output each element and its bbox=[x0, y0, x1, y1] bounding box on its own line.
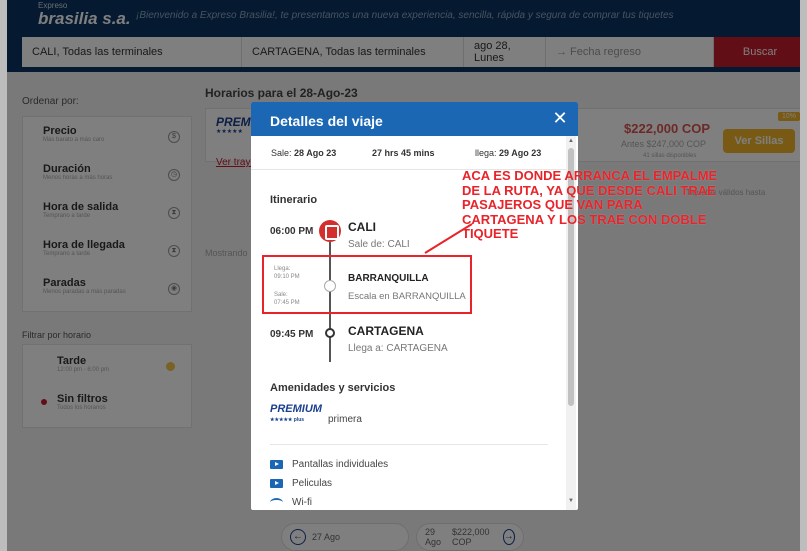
stop-city: CALI bbox=[348, 220, 376, 234]
close-icon[interactable]: ✕ bbox=[550, 108, 570, 128]
service-label: Pantallas individuales bbox=[292, 459, 389, 470]
premium-plus-text: ★★★★★ plus bbox=[270, 417, 305, 423]
trip-summary: Sale: 28 Ago 23 27 hrs 45 mins llega: 29… bbox=[251, 136, 566, 170]
stop-time: 09:45 PM bbox=[270, 329, 314, 340]
scroll-up-icon[interactable]: ▲ bbox=[566, 138, 576, 144]
service-item: Pantallas individuales bbox=[270, 459, 388, 470]
annotation-highlight-box bbox=[262, 255, 472, 314]
stop-time: 06:00 PM bbox=[270, 226, 314, 237]
trip-duration: 27 hrs 45 mins bbox=[372, 148, 435, 158]
service-item: Peliculas bbox=[270, 478, 332, 489]
modal-title: Detalles del viaje bbox=[270, 113, 383, 129]
premium-class: primera bbox=[328, 414, 362, 425]
premium-logo: PREMIUM ★★★★★ plus bbox=[270, 404, 322, 426]
itinerary-title: Itinerario bbox=[270, 194, 318, 206]
stop-sub: Llega a: CARTAGENA bbox=[348, 343, 448, 354]
modal-header: Detalles del viaje ✕ bbox=[251, 102, 578, 136]
arrival-label: llega: bbox=[475, 148, 500, 158]
page-border-left bbox=[0, 0, 7, 551]
scroll-down-icon[interactable]: ▼ bbox=[566, 498, 576, 504]
bus-icon bbox=[319, 220, 341, 242]
end-stop-icon bbox=[325, 328, 335, 338]
premium-logo-text: PREMIUM bbox=[270, 403, 322, 415]
tv-icon bbox=[270, 460, 283, 469]
amenities-divider bbox=[270, 444, 548, 445]
service-item: Wi-fi bbox=[270, 497, 312, 508]
wifi-icon bbox=[270, 498, 283, 507]
arrival-date: 29 Ago 23 bbox=[499, 148, 542, 158]
departure-summary: Sale: 28 Ago 23 bbox=[271, 148, 336, 158]
annotation-text: ACA ES DONDE ARRANCA EL EMPALME DE LA RU… bbox=[462, 168, 718, 241]
arrival-summary: llega: 29 Ago 23 bbox=[475, 148, 541, 158]
stop-sub: Sale de: CALI bbox=[348, 239, 410, 250]
departure-date: 28 Ago 23 bbox=[294, 148, 337, 158]
page-scrollbar[interactable] bbox=[800, 0, 807, 551]
amenities-title: Amenidades y servicios bbox=[270, 382, 396, 394]
service-label: Peliculas bbox=[292, 478, 333, 489]
tv-icon bbox=[270, 479, 283, 488]
stop-city: CARTAGENA bbox=[348, 324, 424, 338]
departure-label: Sale: bbox=[271, 148, 295, 158]
service-label: Wi-fi bbox=[292, 497, 312, 508]
